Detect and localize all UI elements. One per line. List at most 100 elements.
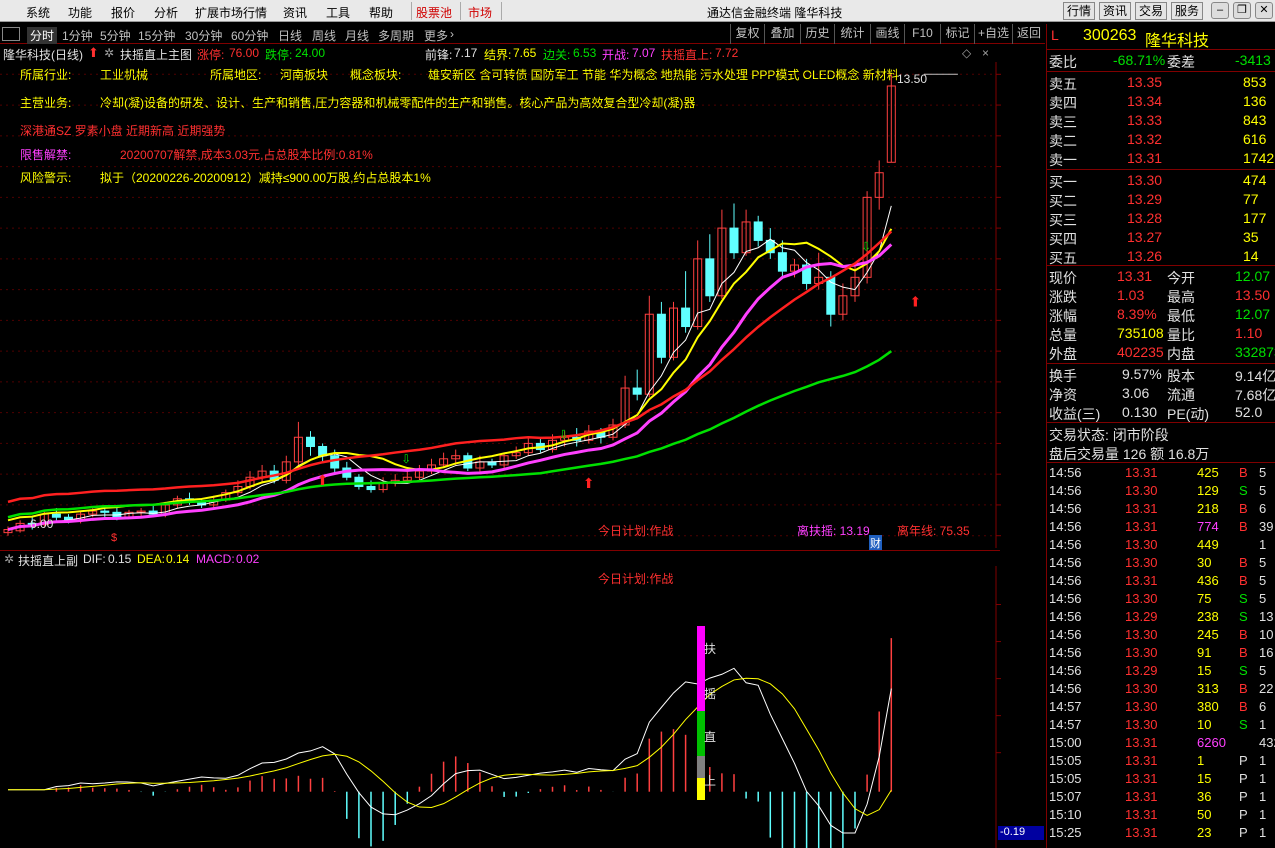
indicator-name[interactable]: 扶摇直上主图 bbox=[120, 46, 192, 63]
menu-help[interactable]: 帮助 bbox=[369, 4, 393, 21]
tick-row[interactable]: 14:57 13.30 10 S 1 bbox=[1047, 716, 1275, 734]
stats-button[interactable]: 统计 bbox=[834, 24, 870, 44]
quote-row[interactable]: 卖三 13.33 843 bbox=[1047, 111, 1275, 130]
tick-v: 436 bbox=[1197, 573, 1219, 588]
service-button[interactable]: 服务 bbox=[1171, 2, 1203, 20]
tick-row[interactable]: 14:56 13.29 238 S 13 bbox=[1047, 608, 1275, 626]
f10-button[interactable]: F10 bbox=[904, 24, 940, 44]
tick-row[interactable]: 15:00 13.31 6260 432 bbox=[1047, 734, 1275, 752]
tick-list[interactable]: 14:56 13.31 425 B 5 14:56 13.30 129 S 5 14:56 13.31… bbox=[1047, 464, 1275, 848]
tick-row[interactable]: 15:25 13.31 23 P 1 bbox=[1047, 824, 1275, 842]
mark-button[interactable]: 标记 bbox=[940, 24, 974, 44]
tick-row[interactable]: 14:56 13.30 313 B 22 bbox=[1047, 680, 1275, 698]
close-pane-icon[interactable]: × bbox=[982, 46, 989, 60]
more-arrow-icon[interactable]: › bbox=[450, 27, 454, 41]
tick-row[interactable]: 14:56 13.31 436 B 5 bbox=[1047, 572, 1275, 590]
tick-v: 23 bbox=[1197, 825, 1212, 840]
tick-d: S bbox=[1239, 717, 1248, 732]
fundamental-l2: 流通 bbox=[1167, 387, 1195, 403]
tab-weekly[interactable]: 周线 bbox=[312, 27, 336, 44]
weibi-value: -68.71% bbox=[1113, 52, 1166, 68]
tab-monthly[interactable]: 月线 bbox=[345, 27, 369, 44]
tab-more[interactable]: 更多 bbox=[424, 27, 448, 44]
sell-arrow-icon: ⇩ bbox=[401, 452, 411, 466]
stat-v1: 735108 bbox=[1117, 325, 1164, 341]
stat-l1: 总量 bbox=[1049, 327, 1077, 343]
tick-row[interactable]: 14:56 13.30 91 B 16 bbox=[1047, 644, 1275, 662]
tick-p: 13.30 bbox=[1125, 645, 1158, 660]
tick-row[interactable]: 14:56 13.31 425 B 5 bbox=[1047, 464, 1275, 482]
back-button[interactable]: 返回 bbox=[1012, 24, 1045, 44]
tab-60min[interactable]: 60分钟 bbox=[231, 27, 268, 44]
dividend-marker[interactable]: $ bbox=[111, 532, 117, 544]
stat-l2: 内盘 bbox=[1167, 346, 1195, 362]
menu-analysis[interactable]: 分析 bbox=[154, 4, 178, 21]
tick-row[interactable]: 14:56 13.30 129 S 5 bbox=[1047, 482, 1275, 500]
minimize-icon[interactable]: – bbox=[1211, 2, 1229, 19]
quote-row[interactable]: 卖一 13.31 1742 bbox=[1047, 149, 1275, 168]
tick-t: 15:25 bbox=[1049, 825, 1082, 840]
tick-d: B bbox=[1239, 699, 1248, 714]
trade-button[interactable]: 交易 bbox=[1135, 2, 1167, 20]
history-button[interactable]: 历史 bbox=[800, 24, 834, 44]
quote-row[interactable]: 买二 13.29 77 bbox=[1047, 190, 1275, 209]
overlay-button[interactable]: 叠加 bbox=[764, 24, 800, 44]
stat-v2: 12.07 bbox=[1235, 306, 1271, 322]
tick-x: 1 bbox=[1259, 753, 1267, 768]
collapse-icon[interactable]: ✲ bbox=[104, 46, 114, 60]
tick-v: 218 bbox=[1197, 501, 1219, 516]
stock-pool-tab[interactable]: 股票池 bbox=[416, 4, 452, 21]
tick-row[interactable]: 14:56 13.31 218 B 6 bbox=[1047, 500, 1275, 518]
tick-row[interactable]: 14:56 13.30 245 B 10 bbox=[1047, 626, 1275, 644]
tick-row[interactable]: 15:05 13.31 15 P 1 bbox=[1047, 770, 1275, 788]
tick-row[interactable]: 14:57 13.30 380 B 6 bbox=[1047, 698, 1275, 716]
quote-row[interactable]: 买五 13.26 14 bbox=[1047, 247, 1275, 266]
quote-row[interactable]: 买三 13.28 177 bbox=[1047, 209, 1275, 228]
quote-row[interactable]: 卖四 13.34 136 bbox=[1047, 92, 1275, 111]
candlestick-chart[interactable]: ⬆ ⬆ ⬆ ⇩ ⇩ ⇩ bbox=[0, 62, 1045, 548]
tab-daily[interactable]: 日线 bbox=[278, 27, 302, 44]
tick-row[interactable]: 14:56 13.30 449 1 bbox=[1047, 536, 1275, 554]
menu-function[interactable]: 功能 bbox=[68, 4, 92, 21]
tab-fenshi[interactable]: 分时 bbox=[27, 27, 58, 44]
quote-row[interactable]: 卖五 13.35 853 bbox=[1047, 73, 1275, 92]
tick-row[interactable]: 15:05 13.31 1 P 1 bbox=[1047, 752, 1275, 770]
menu-tools[interactable]: 工具 bbox=[326, 4, 350, 21]
diamond-icon[interactable]: ◇ bbox=[962, 46, 971, 60]
finance-marker[interactable]: 财 bbox=[869, 535, 882, 551]
limit-up-label: 涨停: bbox=[197, 48, 225, 62]
quote-row[interactable]: 买一 13.30 474 bbox=[1047, 171, 1275, 190]
collapse-sub-icon[interactable]: ✲ bbox=[4, 552, 14, 566]
candle-body bbox=[306, 436, 315, 447]
quote-row[interactable]: 卖二 13.32 616 bbox=[1047, 130, 1275, 149]
news-button[interactable]: 资讯 bbox=[1099, 2, 1131, 20]
quote-button[interactable]: 行情 bbox=[1063, 2, 1095, 20]
tab-15min[interactable]: 15分钟 bbox=[138, 27, 175, 44]
menu-quote[interactable]: 报价 bbox=[111, 4, 135, 21]
add-favorite-button[interactable]: +自选 bbox=[974, 24, 1012, 44]
tab-5min[interactable]: 5分钟 bbox=[100, 27, 131, 44]
tab-30min[interactable]: 30分钟 bbox=[185, 27, 222, 44]
menu-ext-market[interactable]: 扩展市场行情 bbox=[195, 4, 267, 21]
fundamental-l1: 收益(三) bbox=[1049, 406, 1101, 422]
tick-row[interactable]: 14:56 13.31 774 B 39 bbox=[1047, 518, 1275, 536]
close-icon[interactable]: ✕ bbox=[1255, 2, 1273, 19]
tab-multi[interactable]: 多周期 bbox=[378, 27, 414, 44]
macd-chart[interactable] bbox=[0, 566, 1045, 848]
tick-row[interactable]: 14:56 13.30 75 S 5 bbox=[1047, 590, 1275, 608]
maximize-icon[interactable]: ❐ bbox=[1233, 2, 1251, 19]
toggle-icon[interactable] bbox=[2, 27, 20, 41]
draw-button[interactable]: 画线 bbox=[870, 24, 904, 44]
quote-row[interactable]: 买四 13.27 35 bbox=[1047, 228, 1275, 247]
menu-system[interactable]: 系统 bbox=[26, 4, 50, 21]
tab-1min[interactable]: 1分钟 bbox=[62, 27, 93, 44]
fuquan-button[interactable]: 复权 bbox=[730, 24, 764, 44]
menu-info[interactable]: 资讯 bbox=[283, 4, 307, 21]
stock-name: 隆华科技 bbox=[1145, 33, 1210, 50]
tick-row[interactable]: 14:56 13.29 15 S 5 bbox=[1047, 662, 1275, 680]
tick-row[interactable]: 15:07 13.31 36 P 1 bbox=[1047, 788, 1275, 806]
tick-row[interactable]: 15:10 13.31 50 P 1 bbox=[1047, 806, 1275, 824]
tick-d: B bbox=[1239, 555, 1248, 570]
tick-row[interactable]: 14:56 13.30 30 B 5 bbox=[1047, 554, 1275, 572]
market-tab[interactable]: 市场 bbox=[468, 4, 492, 21]
